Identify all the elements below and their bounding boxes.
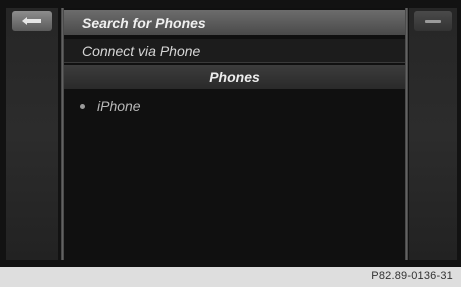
figure-code: P82.89-0136-31 — [371, 270, 453, 282]
phone-name-label: iPhone — [97, 98, 141, 114]
right-side-button[interactable] — [414, 11, 452, 31]
head-unit-screen: Search for Phones Connect via Phone Phon… — [0, 0, 461, 267]
search-for-phones-label: Search for Phones — [82, 14, 206, 31]
figure-caption-bar: P82.89-0136-31 — [0, 267, 461, 287]
search-for-phones-item[interactable]: Search for Phones — [64, 10, 405, 35]
main-content: Search for Phones Connect via Phone Phon… — [64, 8, 405, 260]
right-side-panel — [409, 8, 457, 260]
bullet-icon — [80, 103, 85, 109]
list-item[interactable]: iPhone — [64, 96, 405, 116]
phones-list-header: Phones — [64, 65, 405, 89]
left-side-panel — [6, 8, 58, 260]
connect-via-phone-label: Connect via Phone — [82, 42, 201, 59]
back-arrow-icon — [22, 17, 41, 25]
divider-right — [405, 8, 408, 260]
back-button[interactable] — [12, 11, 52, 31]
dash-icon — [425, 19, 441, 23]
phones-header-label: Phones — [209, 69, 260, 85]
connect-via-phone-item[interactable]: Connect via Phone — [64, 39, 405, 63]
